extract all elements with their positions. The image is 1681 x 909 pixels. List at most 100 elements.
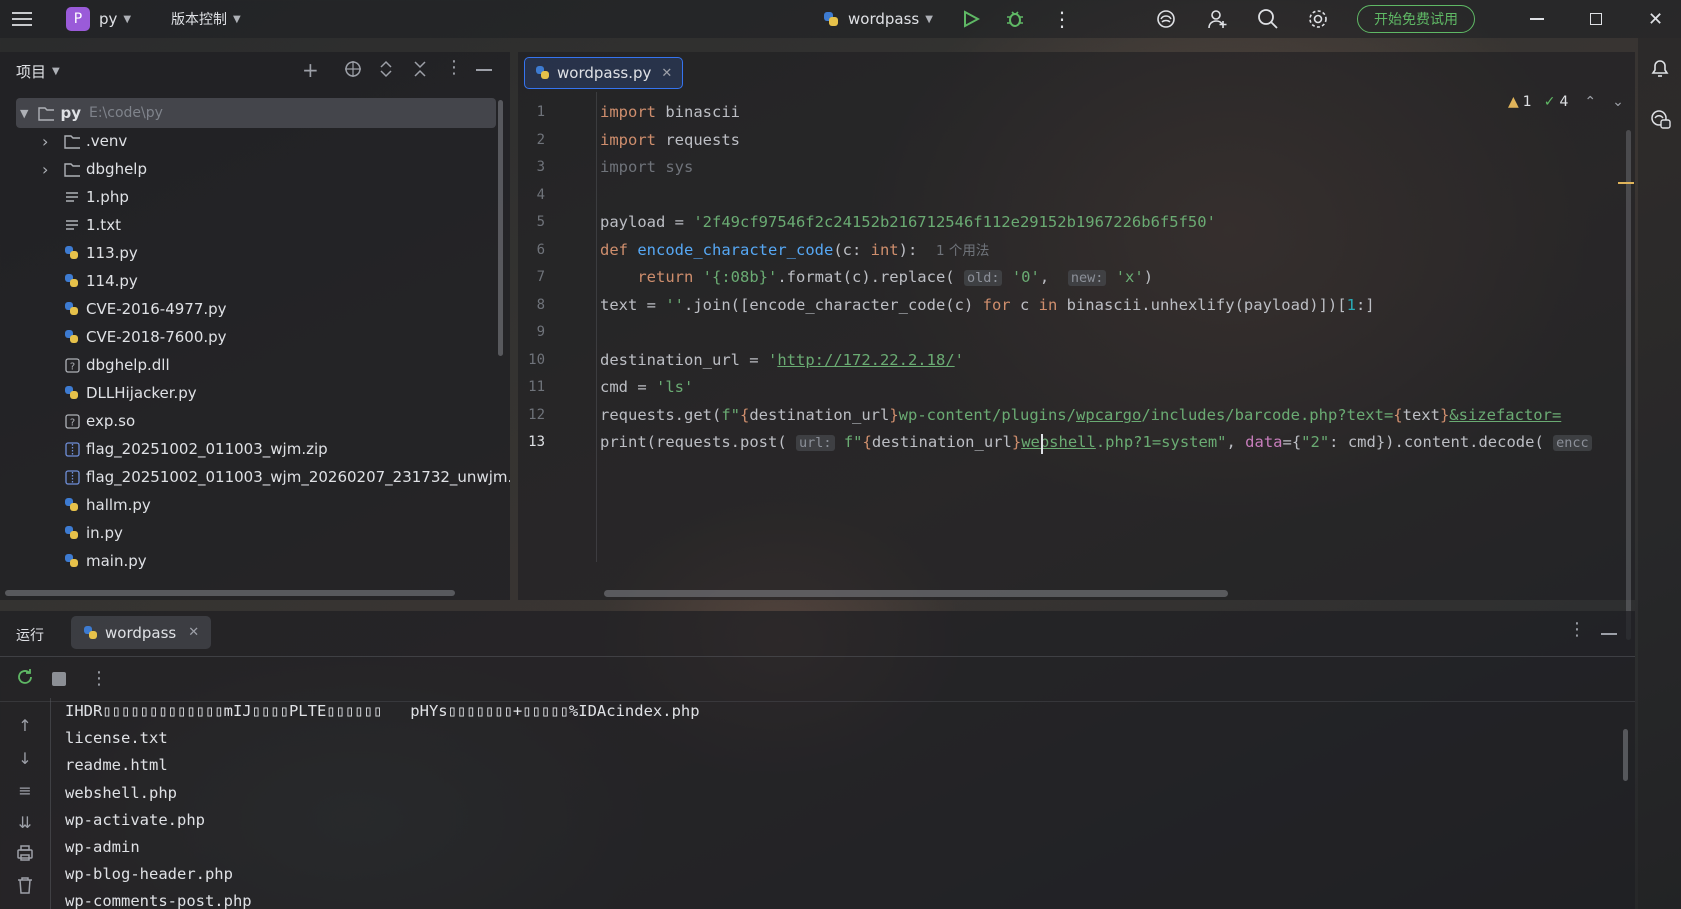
editor-horizontal-scrollbar[interactable] xyxy=(604,590,1228,597)
tree-root-py[interactable]: ▼ py E:\code\py xyxy=(20,99,163,127)
new-file-button[interactable]: + xyxy=(302,58,324,82)
tree-item[interactable]: ? exp.so xyxy=(64,407,135,435)
project-switcher[interactable]: P py ▼ xyxy=(66,0,131,38)
code-line-5[interactable]: payload = '2f49cf97546f2c24152b216712546… xyxy=(600,209,1216,236)
more-vertical-icon: ⋮ xyxy=(1568,619,1586,640)
editor-vertical-scrollbar[interactable] xyxy=(1626,130,1631,640)
chevron-down-icon: ▼ xyxy=(123,13,132,25)
code-line-8[interactable]: text = ''.join([encode_character_code(c)… xyxy=(600,292,1375,319)
code-line-2[interactable]: import requests xyxy=(600,127,740,154)
more-actions-button[interactable]: ⋮ xyxy=(1052,0,1072,38)
tree-item[interactable]: › .venv xyxy=(42,127,127,155)
output-scrollbar[interactable] xyxy=(1623,729,1628,781)
hide-run-panel-button[interactable] xyxy=(1601,633,1617,635)
search-button[interactable] xyxy=(1257,0,1279,38)
rerun-button[interactable] xyxy=(14,668,36,690)
soft-wrap-button[interactable]: ≡ xyxy=(14,779,36,801)
add-user-button[interactable] xyxy=(1207,0,1229,38)
play-icon xyxy=(962,10,980,28)
debug-button[interactable] xyxy=(1005,0,1025,38)
code-line-10[interactable]: destination_url = 'http://172.22.2.18/' xyxy=(600,347,964,374)
tree-vertical-scrollbar[interactable] xyxy=(498,100,503,356)
chevron-right-icon[interactable]: › xyxy=(42,160,56,179)
tree-item[interactable]: CVE-2018-7600.py xyxy=(64,323,227,351)
tree-item[interactable]: DLLHijacker.py xyxy=(64,379,197,407)
main-menu-button[interactable] xyxy=(11,0,33,38)
collapse-all-button[interactable] xyxy=(412,60,428,82)
expand-all-button[interactable] xyxy=(378,60,394,82)
chevron-down-icon[interactable]: ⌄ xyxy=(1612,94,1624,110)
scroll-to-end-button[interactable]: ⇊ xyxy=(14,811,36,833)
code-line-1[interactable]: import binascii xyxy=(600,99,740,126)
run-tab-wordpass[interactable]: wordpass ✕ xyxy=(71,616,212,649)
print-button[interactable] xyxy=(14,844,36,866)
tree-item[interactable]: 113.py xyxy=(64,239,138,267)
project-panel-title[interactable]: 项目 ▼ xyxy=(16,61,60,82)
line-number: 2 xyxy=(536,131,545,148)
tree-item[interactable]: 114.py xyxy=(64,267,138,295)
code-line-7[interactable]: return '{:08b}'.format(c).replace( old: … xyxy=(600,264,1153,291)
tree-item[interactable]: › dbghelp xyxy=(42,155,147,183)
output-line[interactable]: wp-blog-header.php xyxy=(65,861,233,888)
stop-icon xyxy=(52,672,66,686)
scroll-down-button[interactable]: ↓ xyxy=(14,747,36,769)
run-config-selector[interactable]: wordpass ▼ xyxy=(822,0,933,38)
warning-stripe-marker[interactable] xyxy=(1618,182,1634,184)
tree-horizontal-scrollbar[interactable] xyxy=(5,590,455,596)
settings-button[interactable] xyxy=(1307,0,1329,38)
output-line[interactable]: wp-activate.php xyxy=(65,807,205,834)
folder-icon xyxy=(64,161,80,177)
ai-chat-button[interactable] xyxy=(1649,108,1671,134)
output-line[interactable]: webshell.php xyxy=(65,780,177,807)
tree-item[interactable]: 1.php xyxy=(64,183,129,211)
run-button[interactable] xyxy=(962,0,980,38)
ai-assistant-button[interactable] xyxy=(1155,0,1177,38)
run-more-button[interactable]: ⋮ xyxy=(88,667,110,689)
code-line-6[interactable]: def encode_character_code(c: int): 1 个用法 xyxy=(600,237,989,264)
panel-options-button[interactable]: ⋮ xyxy=(445,57,463,78)
vcs-menu[interactable]: 版本控制 ▼ xyxy=(171,0,241,38)
close-window-button[interactable]: ✕ xyxy=(1648,0,1663,38)
notifications-button[interactable] xyxy=(1649,57,1671,83)
run-tab-label: wordpass xyxy=(105,623,177,642)
tree-item[interactable]: main.py xyxy=(64,547,147,575)
code-line-3[interactable]: import sys xyxy=(600,154,693,181)
hide-panel-button[interactable] xyxy=(476,69,492,71)
start-free-trial-button[interactable]: 开始免费试用 xyxy=(1357,5,1475,33)
output-line[interactable]: license.txt xyxy=(65,725,168,752)
output-line[interactable]: IHDR▯▯▯▯▯▯▯▯▯▯▯▯▯mIJ▯▯▯▯PLTE▯▯▯▯▯▯ pHYs▯… xyxy=(65,698,700,725)
unknown-file-icon: ? xyxy=(64,413,80,429)
tree-item-label: in.py xyxy=(86,524,123,542)
tree-item[interactable]: in.py xyxy=(64,519,123,547)
output-line[interactable]: wp-admin xyxy=(65,834,140,861)
close-tab-icon[interactable]: ✕ xyxy=(188,625,199,640)
scroll-up-button[interactable]: ↑ xyxy=(14,714,36,736)
tree-item[interactable]: 1.txt xyxy=(64,211,121,239)
minimize-window-button[interactable] xyxy=(1530,0,1544,38)
tree-item[interactable]: flag_20251002_011003_wjm_20260207_231732… xyxy=(64,463,510,491)
inspection-widget[interactable]: ▲ 1 ✓ 4 ⌃ ⌄ xyxy=(1508,94,1624,110)
locate-file-button[interactable] xyxy=(344,60,362,82)
line-number: 8 xyxy=(536,296,545,313)
unknown-file-icon: ? xyxy=(64,357,80,373)
code-line-12[interactable]: requests.get(f"{destination_url}wp-conte… xyxy=(600,402,1635,429)
tree-item[interactable]: flag_20251002_011003_wjm.zip xyxy=(64,435,328,463)
stop-button[interactable] xyxy=(48,668,70,690)
close-tab-icon[interactable]: ✕ xyxy=(661,66,672,81)
tree-item[interactable]: CVE-2016-4977.py xyxy=(64,295,227,323)
run-options-button[interactable]: ⋮ xyxy=(1568,619,1586,640)
archive-icon xyxy=(64,469,80,485)
chevron-up-icon[interactable]: ⌃ xyxy=(1584,94,1596,110)
editor-tab-wordpass[interactable]: wordpass.py ✕ xyxy=(524,57,684,89)
usage-hint[interactable]: 1 个用法 xyxy=(936,243,989,259)
chevron-right-icon[interactable]: › xyxy=(42,132,56,151)
tree-item[interactable]: hallm.py xyxy=(64,491,151,519)
maximize-window-button[interactable] xyxy=(1590,0,1602,38)
clear-output-button[interactable] xyxy=(14,876,36,898)
code-line-13[interactable]: print(requests.post( url: f"{destination… xyxy=(600,429,1635,456)
tree-item[interactable]: ? dbghelp.dll xyxy=(64,351,170,379)
code-line-11[interactable]: cmd = 'ls' xyxy=(600,374,693,401)
output-line[interactable]: wp-comments-post.php xyxy=(65,888,252,909)
output-line[interactable]: readme.html xyxy=(65,752,168,779)
tree-item-label: 1.php xyxy=(86,188,129,206)
